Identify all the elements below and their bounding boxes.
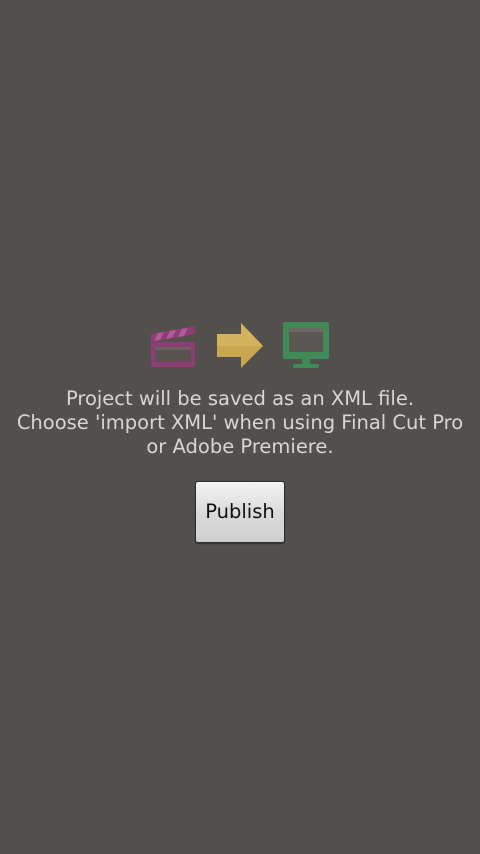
message-line-1: Project will be saved as an XML file. <box>65 387 415 410</box>
message-line-3: or Adobe Premiere. <box>146 435 334 458</box>
clapperboard-icon <box>148 320 198 370</box>
publish-message: Project will be saved as an XML file. Ch… <box>0 387 480 459</box>
message-line-2: Choose 'import XML' when using Final Cut… <box>16 411 464 434</box>
monitor-icon <box>281 320 331 370</box>
publish-button[interactable]: Publish <box>195 481 285 543</box>
publish-screen: Project will be saved as an XML file. Ch… <box>0 0 480 854</box>
arrow-right-icon <box>215 320 265 370</box>
export-illustration <box>0 320 480 372</box>
